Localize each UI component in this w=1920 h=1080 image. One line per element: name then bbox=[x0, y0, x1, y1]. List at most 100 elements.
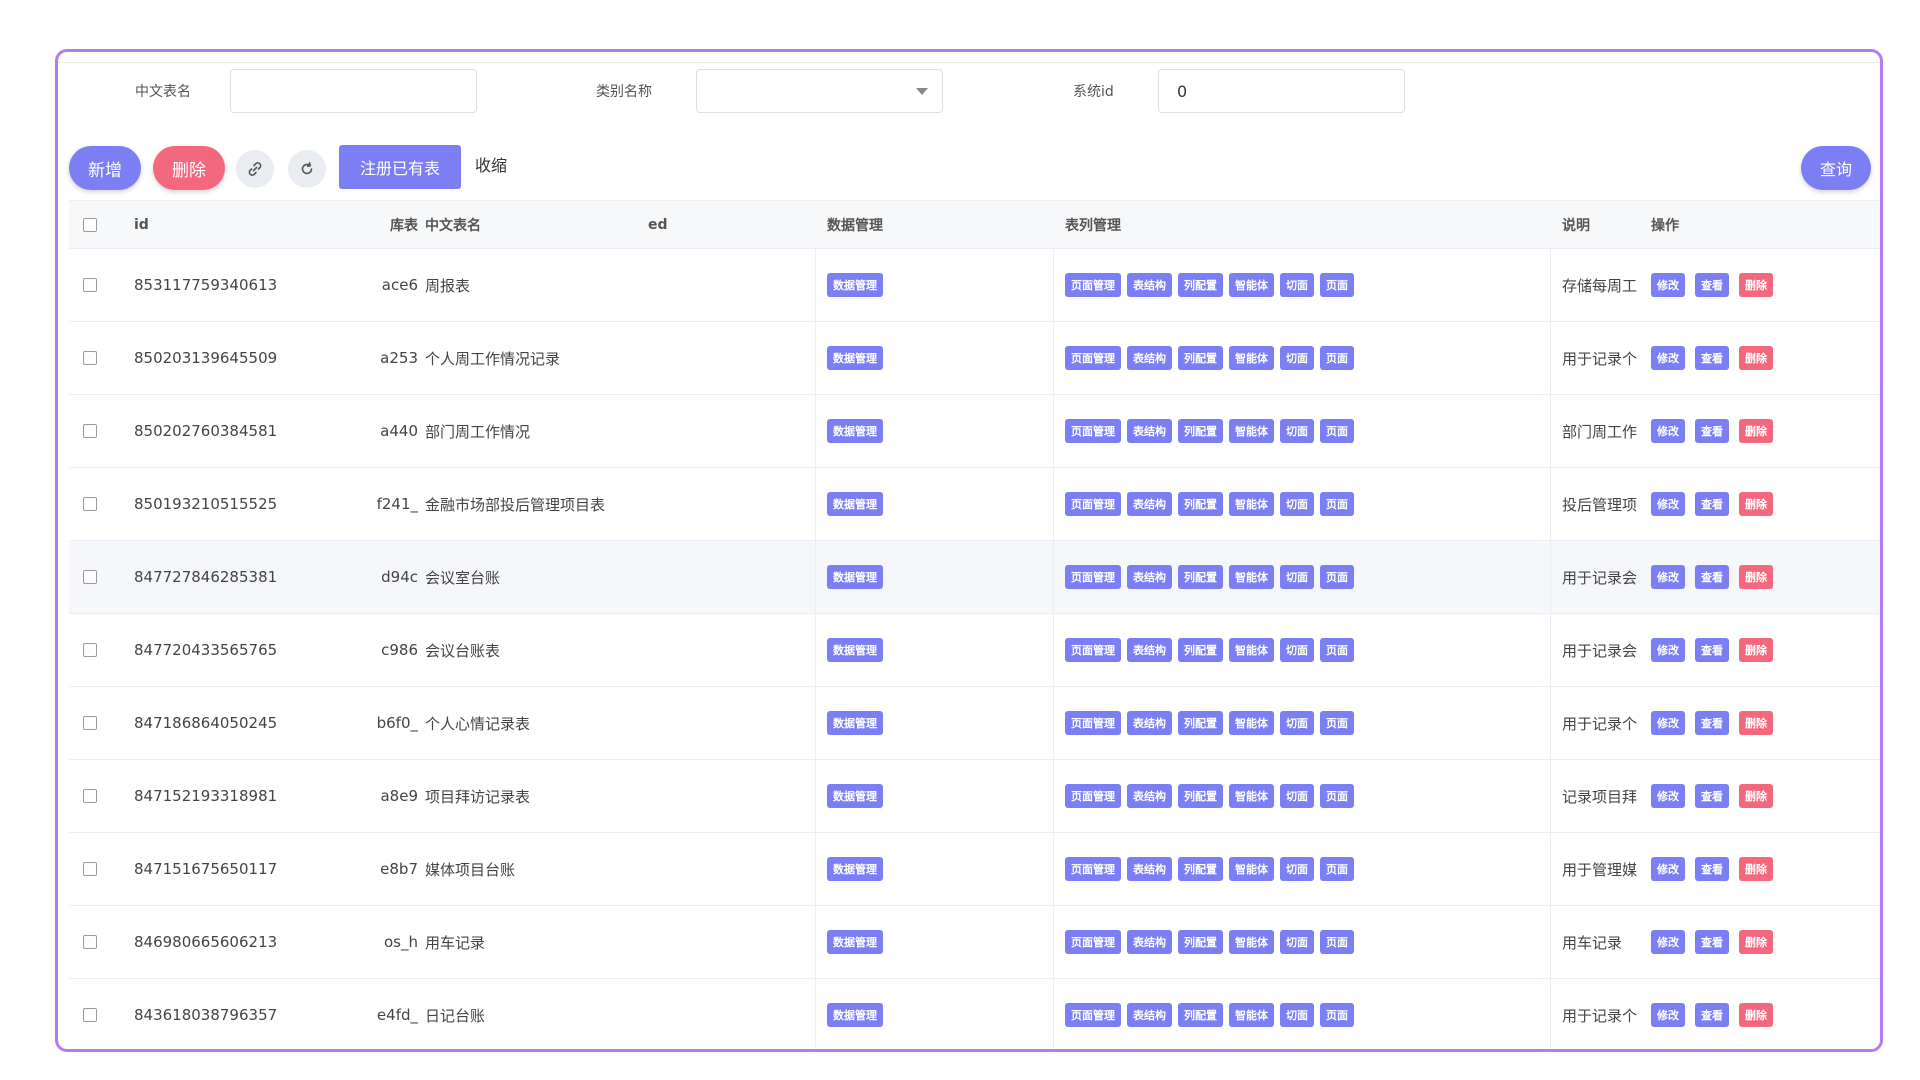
aspect-button[interactable]: 切面 bbox=[1280, 711, 1314, 735]
data-management-button[interactable]: 数据管理 bbox=[827, 419, 883, 443]
row-checkbox[interactable] bbox=[83, 424, 97, 438]
register-existing-table-button[interactable]: 注册已有表 bbox=[339, 145, 461, 189]
column-config-button[interactable]: 列配置 bbox=[1178, 492, 1223, 516]
agent-button[interactable]: 智能体 bbox=[1229, 857, 1274, 881]
data-management-button[interactable]: 数据管理 bbox=[827, 273, 883, 297]
edit-button[interactable]: 修改 bbox=[1651, 419, 1685, 443]
table-structure-button[interactable]: 表结构 bbox=[1127, 638, 1172, 662]
row-checkbox[interactable] bbox=[83, 570, 97, 584]
page-button[interactable]: 页面 bbox=[1320, 273, 1354, 297]
page-button[interactable]: 页面 bbox=[1320, 711, 1354, 735]
row-checkbox[interactable] bbox=[83, 278, 97, 292]
page-management-button[interactable]: 页面管理 bbox=[1065, 273, 1121, 297]
view-button[interactable]: 查看 bbox=[1695, 857, 1729, 881]
page-button[interactable]: 页面 bbox=[1320, 492, 1354, 516]
data-management-button[interactable]: 数据管理 bbox=[827, 565, 883, 589]
delete-row-button[interactable]: 删除 bbox=[1739, 492, 1773, 516]
page-management-button[interactable]: 页面管理 bbox=[1065, 930, 1121, 954]
row-checkbox[interactable] bbox=[83, 935, 97, 949]
row-checkbox[interactable] bbox=[83, 643, 97, 657]
page-button[interactable]: 页面 bbox=[1320, 784, 1354, 808]
page-button[interactable]: 页面 bbox=[1320, 638, 1354, 662]
data-management-button[interactable]: 数据管理 bbox=[827, 711, 883, 735]
aspect-button[interactable]: 切面 bbox=[1280, 784, 1314, 808]
page-management-button[interactable]: 页面管理 bbox=[1065, 565, 1121, 589]
column-config-button[interactable]: 列配置 bbox=[1178, 419, 1223, 443]
column-config-button[interactable]: 列配置 bbox=[1178, 857, 1223, 881]
column-config-button[interactable]: 列配置 bbox=[1178, 1003, 1223, 1027]
agent-button[interactable]: 智能体 bbox=[1229, 346, 1274, 370]
data-management-button[interactable]: 数据管理 bbox=[827, 1003, 883, 1027]
data-management-button[interactable]: 数据管理 bbox=[827, 930, 883, 954]
aspect-button[interactable]: 切面 bbox=[1280, 565, 1314, 589]
agent-button[interactable]: 智能体 bbox=[1229, 1003, 1274, 1027]
edit-button[interactable]: 修改 bbox=[1651, 711, 1685, 735]
delete-row-button[interactable]: 删除 bbox=[1739, 784, 1773, 808]
table-name-input[interactable] bbox=[230, 69, 477, 113]
page-button[interactable]: 页面 bbox=[1320, 857, 1354, 881]
data-management-button[interactable]: 数据管理 bbox=[827, 346, 883, 370]
edit-button[interactable]: 修改 bbox=[1651, 346, 1685, 370]
row-checkbox[interactable] bbox=[83, 351, 97, 365]
page-button[interactable]: 页面 bbox=[1320, 565, 1354, 589]
table-structure-button[interactable]: 表结构 bbox=[1127, 492, 1172, 516]
column-config-button[interactable]: 列配置 bbox=[1178, 638, 1223, 662]
page-management-button[interactable]: 页面管理 bbox=[1065, 492, 1121, 516]
data-management-button[interactable]: 数据管理 bbox=[827, 492, 883, 516]
refresh-button[interactable] bbox=[288, 150, 326, 188]
table-structure-button[interactable]: 表结构 bbox=[1127, 711, 1172, 735]
edit-button[interactable]: 修改 bbox=[1651, 638, 1685, 662]
page-button[interactable]: 页面 bbox=[1320, 346, 1354, 370]
page-management-button[interactable]: 页面管理 bbox=[1065, 346, 1121, 370]
aspect-button[interactable]: 切面 bbox=[1280, 346, 1314, 370]
edit-button[interactable]: 修改 bbox=[1651, 784, 1685, 808]
column-config-button[interactable]: 列配置 bbox=[1178, 565, 1223, 589]
add-button[interactable]: 新增 bbox=[69, 146, 141, 190]
aspect-button[interactable]: 切面 bbox=[1280, 930, 1314, 954]
column-config-button[interactable]: 列配置 bbox=[1178, 273, 1223, 297]
table-structure-button[interactable]: 表结构 bbox=[1127, 346, 1172, 370]
page-management-button[interactable]: 页面管理 bbox=[1065, 857, 1121, 881]
delete-row-button[interactable]: 删除 bbox=[1739, 857, 1773, 881]
edit-button[interactable]: 修改 bbox=[1651, 930, 1685, 954]
data-management-button[interactable]: 数据管理 bbox=[827, 638, 883, 662]
aspect-button[interactable]: 切面 bbox=[1280, 419, 1314, 443]
delete-row-button[interactable]: 删除 bbox=[1739, 711, 1773, 735]
agent-button[interactable]: 智能体 bbox=[1229, 419, 1274, 443]
view-button[interactable]: 查看 bbox=[1695, 273, 1729, 297]
edit-button[interactable]: 修改 bbox=[1651, 1003, 1685, 1027]
column-config-button[interactable]: 列配置 bbox=[1178, 784, 1223, 808]
view-button[interactable]: 查看 bbox=[1695, 638, 1729, 662]
row-checkbox[interactable] bbox=[83, 862, 97, 876]
delete-row-button[interactable]: 删除 bbox=[1739, 565, 1773, 589]
delete-row-button[interactable]: 删除 bbox=[1739, 930, 1773, 954]
view-button[interactable]: 查看 bbox=[1695, 419, 1729, 443]
data-management-button[interactable]: 数据管理 bbox=[827, 784, 883, 808]
table-structure-button[interactable]: 表结构 bbox=[1127, 857, 1172, 881]
page-management-button[interactable]: 页面管理 bbox=[1065, 638, 1121, 662]
row-checkbox[interactable] bbox=[83, 716, 97, 730]
view-button[interactable]: 查看 bbox=[1695, 784, 1729, 808]
delete-row-button[interactable]: 删除 bbox=[1739, 419, 1773, 443]
agent-button[interactable]: 智能体 bbox=[1229, 273, 1274, 297]
view-button[interactable]: 查看 bbox=[1695, 711, 1729, 735]
table-structure-button[interactable]: 表结构 bbox=[1127, 273, 1172, 297]
select-all-checkbox[interactable] bbox=[83, 217, 97, 232]
edit-button[interactable]: 修改 bbox=[1651, 273, 1685, 297]
view-button[interactable]: 查看 bbox=[1695, 492, 1729, 516]
edit-button[interactable]: 修改 bbox=[1651, 565, 1685, 589]
page-button[interactable]: 页面 bbox=[1320, 1003, 1354, 1027]
page-button[interactable]: 页面 bbox=[1320, 419, 1354, 443]
query-button[interactable]: 查询 bbox=[1801, 146, 1871, 190]
table-structure-button[interactable]: 表结构 bbox=[1127, 419, 1172, 443]
row-checkbox[interactable] bbox=[83, 497, 97, 511]
aspect-button[interactable]: 切面 bbox=[1280, 1003, 1314, 1027]
system-id-input[interactable] bbox=[1158, 69, 1405, 113]
agent-button[interactable]: 智能体 bbox=[1229, 565, 1274, 589]
aspect-button[interactable]: 切面 bbox=[1280, 273, 1314, 297]
agent-button[interactable]: 智能体 bbox=[1229, 638, 1274, 662]
row-checkbox[interactable] bbox=[83, 789, 97, 803]
view-button[interactable]: 查看 bbox=[1695, 565, 1729, 589]
table-structure-button[interactable]: 表结构 bbox=[1127, 930, 1172, 954]
column-config-button[interactable]: 列配置 bbox=[1178, 930, 1223, 954]
